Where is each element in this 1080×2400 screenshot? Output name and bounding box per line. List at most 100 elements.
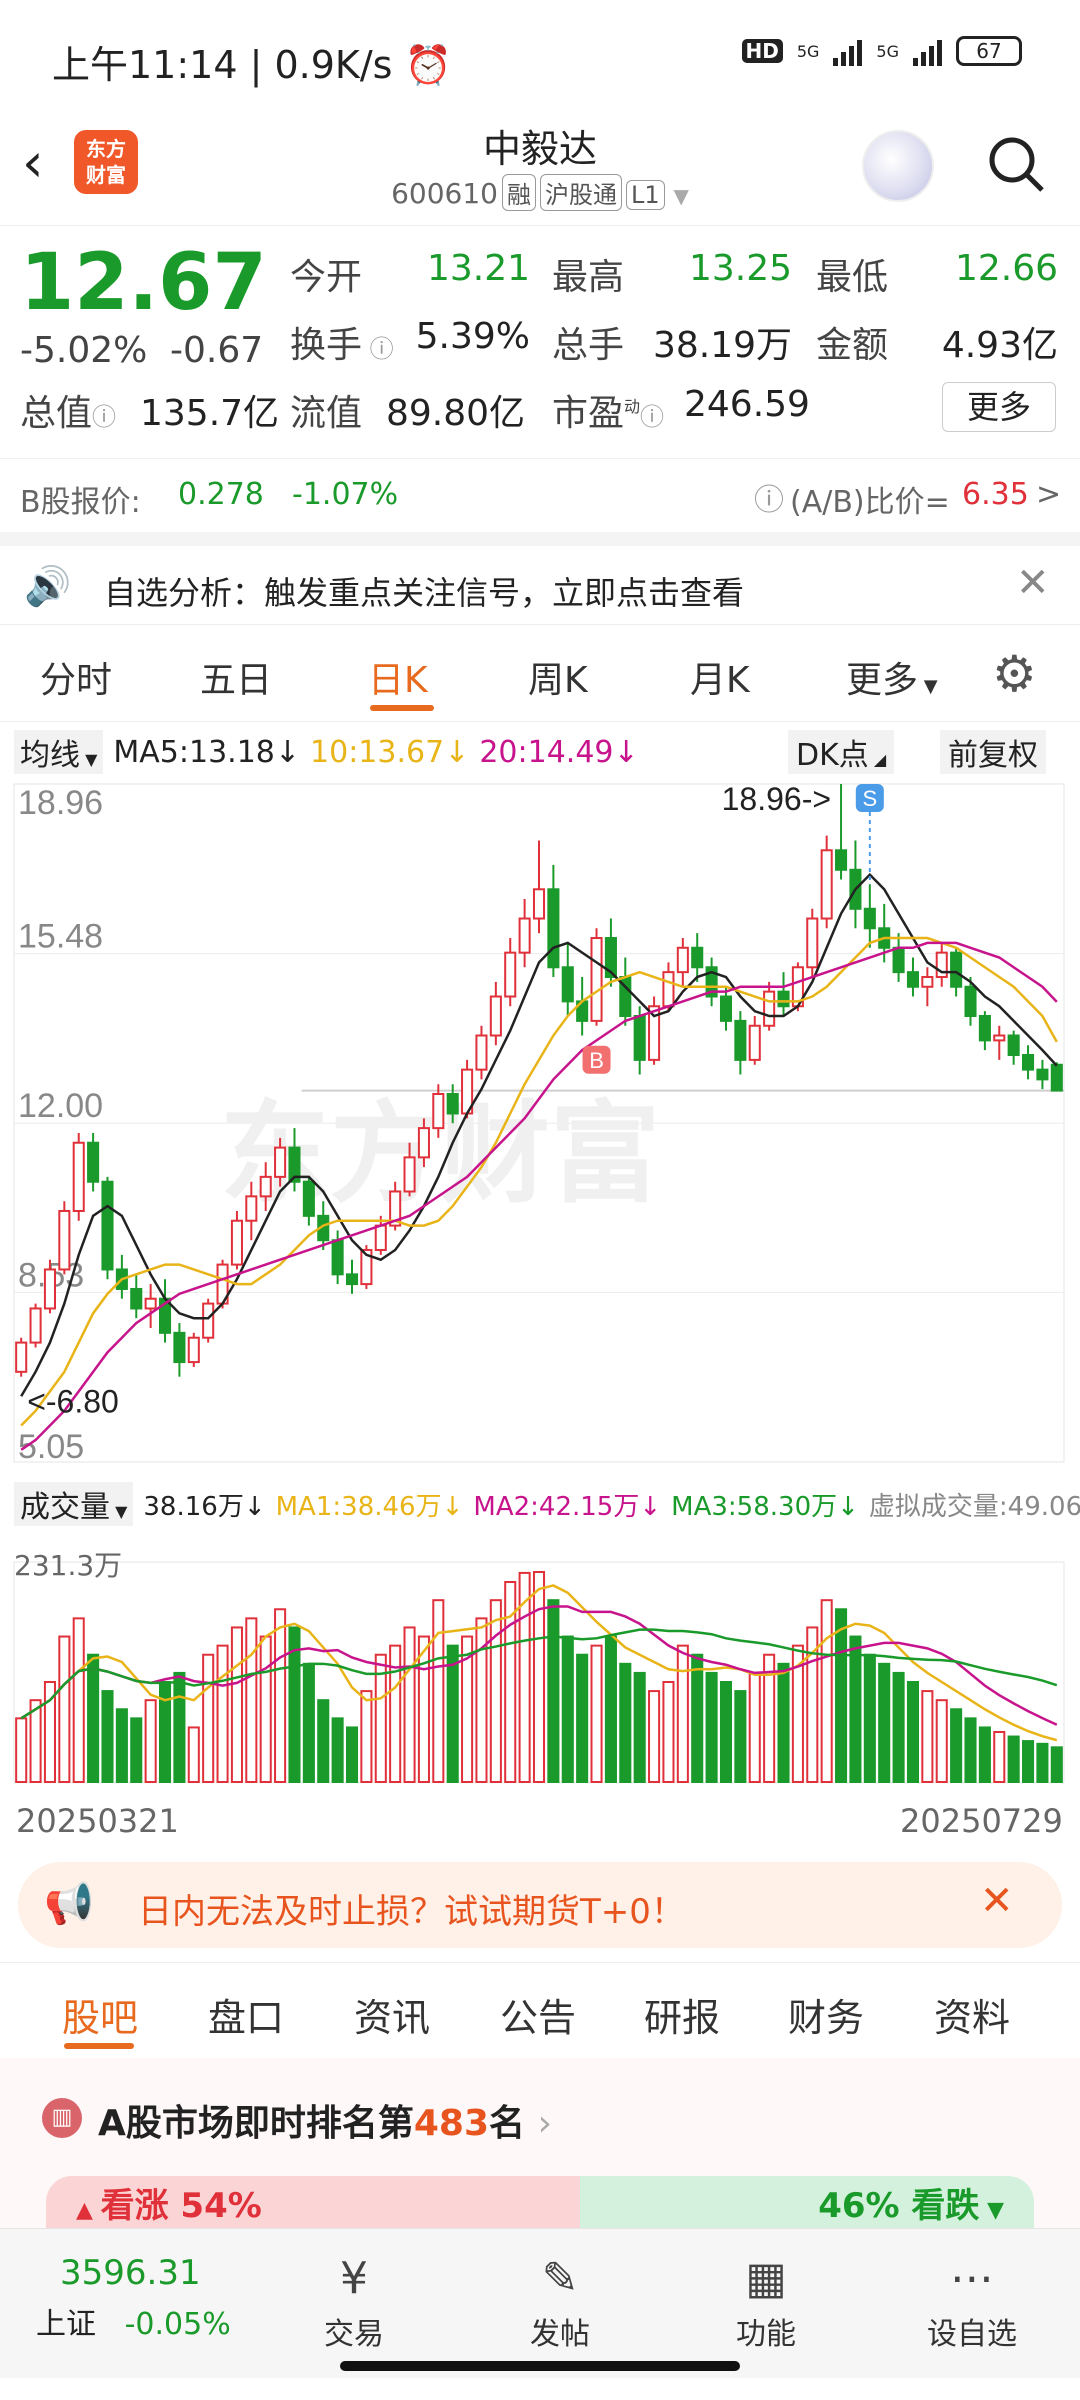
dk-point-button[interactable]: DK点 ◢	[788, 730, 895, 774]
ab-ratio-arrow[interactable]: >	[1036, 477, 1061, 512]
tab-intraday[interactable]: 分时	[40, 651, 112, 703]
volume-bar	[216, 1644, 229, 1783]
candle	[302, 1180, 315, 1217]
candle	[835, 849, 848, 871]
info-icon[interactable]: ⓘ	[640, 403, 664, 431]
bullish-segment[interactable]: ▲ 看涨 54%	[46, 2176, 580, 2228]
tab-weekly-k[interactable]: 周K	[528, 651, 588, 703]
index-widget[interactable]: 3596.31 上证 -0.05%	[36, 2253, 276, 2343]
stock-header: ‹ 东方 财富 中毅达 600610 融沪股通 L1 ▼	[0, 110, 1080, 225]
volume-bar	[331, 1717, 344, 1784]
tab-profile[interactable]: 资料	[934, 1987, 1010, 2042]
sentiment-bar[interactable]: ▲ 看涨 54% 46% 看跌 ▼	[46, 2176, 1034, 2228]
volume-bar	[950, 1708, 963, 1783]
y-tick-label: 15.48	[18, 918, 103, 956]
amount-label: 金额	[816, 325, 889, 366]
assistant-robot-icon[interactable]	[862, 130, 934, 202]
volume-bar	[892, 1671, 905, 1784]
volume-bar	[15, 1717, 28, 1784]
tab-more[interactable]: 更多 ▼	[846, 651, 938, 703]
more-button[interactable]: 更多	[942, 382, 1056, 432]
volume-select[interactable]: 成交量 ▼	[14, 1482, 134, 1526]
candle	[978, 1015, 991, 1042]
candle	[892, 946, 905, 974]
notice-bar[interactable]: 🔊 自选分析：触发重点关注信号，立即点击查看 ✕	[0, 532, 1080, 624]
ma-type-select[interactable]: 均线 ▼	[14, 730, 104, 774]
y-tick-label: 18.96	[18, 784, 103, 822]
search-icon[interactable]	[986, 134, 1046, 194]
info-icon[interactable]: ⓘ	[92, 403, 116, 431]
close-promo-icon[interactable]: ✕	[980, 1878, 1014, 1924]
vol-ma1: MA1:38.46万↓	[275, 1491, 464, 1522]
tab-pankou[interactable]: 盘口	[208, 1987, 284, 2042]
volume-bar	[317, 1699, 330, 1784]
ma5-label: MA5:13.18↓	[113, 734, 301, 770]
info-icon[interactable]: ⓘ	[362, 335, 394, 363]
candle	[15, 1341, 28, 1373]
nav-function[interactable]: ▦ 功能	[706, 2249, 826, 2353]
rank-card[interactable]: ▥ A股市场即时排名第483名 › ▲ 看涨 54% 46% 看跌 ▼	[0, 2058, 1080, 2228]
kline-chart[interactable]: 均线 ▼ MA5:13.18↓ 10:13.67↓ 20:14.49↓ DK点 …	[0, 722, 1080, 1852]
volume-bar	[1007, 1735, 1020, 1784]
volume-bar	[345, 1726, 359, 1783]
ma20-label: 20:14.49↓	[479, 734, 639, 770]
candle	[87, 1141, 100, 1183]
volume-bar	[906, 1681, 920, 1783]
volume-bar	[101, 1690, 114, 1783]
candle	[633, 1015, 646, 1061]
candle	[130, 1287, 143, 1310]
volume-bar	[849, 1635, 862, 1784]
candle	[144, 1297, 157, 1310]
volume-legend: 成交量 ▼ 38.16万↓ MA1:38.46万↓ MA2:42.15万↓ MA…	[14, 1482, 1080, 1526]
volume-bar	[978, 1726, 991, 1783]
volume-bar	[72, 1617, 85, 1784]
volume-bar	[245, 1617, 258, 1784]
volume-bar	[878, 1662, 891, 1783]
nav-add-watch[interactable]: ⋯ 设自选	[912, 2249, 1032, 2353]
y-tick-label: 5.05	[18, 1428, 84, 1466]
high-annotation: 18.96->	[722, 781, 831, 817]
status-time: 上午11:14 | 0.9K/s ⏰	[52, 43, 452, 87]
tab-finance[interactable]: 财务	[788, 1987, 864, 2042]
index-name: 上证	[36, 2307, 96, 2342]
tab-monthly-k[interactable]: 月K	[690, 651, 750, 703]
tab-guba[interactable]: 股吧	[62, 1987, 138, 2042]
volume-bar	[691, 1653, 704, 1784]
candle	[489, 995, 502, 1037]
tab-announcement[interactable]: 公告	[500, 1987, 576, 2042]
candle	[532, 888, 546, 920]
settings-icon[interactable]: ⚙	[992, 645, 1037, 703]
volume-bar	[1022, 1740, 1035, 1783]
ma10-label: 10:13.67↓	[310, 734, 470, 770]
candle	[547, 888, 560, 969]
volume-bar	[734, 1690, 747, 1783]
candle	[331, 1239, 344, 1276]
b-share-price: 0.278	[178, 477, 264, 512]
pe-label: 市盈动ⓘ	[552, 393, 665, 434]
tab-daily-k[interactable]: 日K	[368, 651, 428, 703]
bearish-segment[interactable]: 46% 看跌 ▼	[579, 2176, 1034, 2228]
close-icon[interactable]: ✕	[1016, 560, 1050, 606]
nav-post[interactable]: ✎ 发帖	[500, 2249, 620, 2353]
candle	[993, 1034, 1006, 1042]
promo-banner[interactable]: 📢 日内无法及时止损？试试期货T+0！ ✕	[18, 1862, 1062, 1948]
candle	[518, 917, 531, 954]
adjust-button[interactable]: 前复权	[940, 730, 1046, 774]
help-icon[interactable]: ⓘ	[754, 475, 784, 519]
tab-news[interactable]: 资讯	[354, 1987, 430, 2042]
nav-trade[interactable]: ¥ 交易	[294, 2249, 414, 2353]
volume-bar	[662, 1681, 675, 1783]
volume-bar	[648, 1690, 661, 1783]
tab-five-day[interactable]: 五日	[200, 651, 272, 703]
volume-bar	[158, 1681, 172, 1783]
volume-bar	[590, 1644, 603, 1783]
volume-bar	[604, 1635, 617, 1784]
b-share-line[interactable]: B股报价: 0.278 -1.07% ⓘ (A/B)比价= 6.35 >	[0, 458, 1080, 530]
dropdown-icon[interactable]: ▼	[674, 184, 689, 208]
volume-bar	[748, 1671, 761, 1784]
candle	[1050, 1063, 1063, 1092]
volume-bar	[835, 1608, 848, 1783]
home-indicator	[340, 2361, 740, 2371]
tab-research[interactable]: 研报	[644, 1987, 720, 2042]
signal2-icon	[913, 36, 942, 66]
